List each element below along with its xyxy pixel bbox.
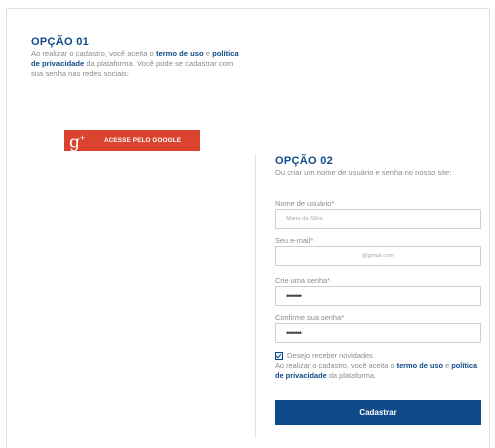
terms-link[interactable]: termo de uso: [156, 49, 204, 58]
option2-section: OPÇÃO 02 Ou criar um nome de usuário e s…: [275, 155, 481, 178]
google-icon-plus: +: [79, 132, 86, 143]
password-value: •••••••: [286, 291, 302, 301]
form-terms-before: Ao realizar o cadastro, você aceita o: [275, 361, 397, 370]
submit-button[interactable]: Cadastrar: [275, 400, 481, 425]
password-input[interactable]: •••••••: [275, 286, 481, 306]
submit-label: Cadastrar: [359, 408, 397, 417]
vertical-divider: [255, 154, 256, 438]
email-label: Seu e-mail*: [275, 236, 314, 245]
option1-description: Ao realizar o cadastro, você aceita o te…: [31, 49, 246, 79]
username-input[interactable]: Maria da Silva: [275, 209, 481, 229]
confirm-password-input[interactable]: •••••••: [275, 323, 481, 343]
option1-text-mid: e: [203, 49, 213, 58]
confirm-password-label: Confirme sua senha*: [275, 313, 345, 322]
option1-title: OPÇÃO 01: [31, 36, 90, 48]
form-terms-link[interactable]: termo de uso: [397, 361, 443, 370]
newsletter-label: Desejo receber novidades: [287, 351, 373, 360]
google-button-label: ACESSE PELO GOOGLE: [104, 137, 182, 144]
option1-section: OPÇÃO 01 Ao realizar o cadastro, você ac…: [31, 36, 246, 79]
newsletter-checkbox[interactable]: [275, 351, 283, 360]
form-terms: Ao realizar o cadastro, você aceita o te…: [275, 361, 487, 381]
option1-text-before: Ao realizar o cadastro, você aceita o: [31, 49, 156, 58]
google-icon-letter: g: [69, 132, 80, 153]
option2-title: OPÇÃO 02: [275, 155, 334, 167]
confirm-password-value: •••••••: [286, 328, 302, 338]
form-terms-mid: e: [443, 361, 452, 370]
username-placeholder: Maria da Silva: [286, 216, 323, 222]
google-login-button[interactable]: g+ ACESSE PELO GOOGLE: [64, 128, 200, 154]
email-placeholder: @gmail.com: [361, 253, 395, 259]
google-plus-icon: g+: [69, 128, 99, 154]
username-label: Nome de usuário*: [275, 199, 335, 208]
option2-subtitle: Ou criar um nome de usuário e senha no n…: [275, 168, 452, 177]
email-input[interactable]: @gmail.com: [275, 246, 481, 266]
password-label: Crie uma senha*: [275, 276, 331, 285]
form-terms-after: da plataforma.: [326, 371, 377, 380]
newsletter-row: Desejo receber novidades: [275, 351, 373, 360]
